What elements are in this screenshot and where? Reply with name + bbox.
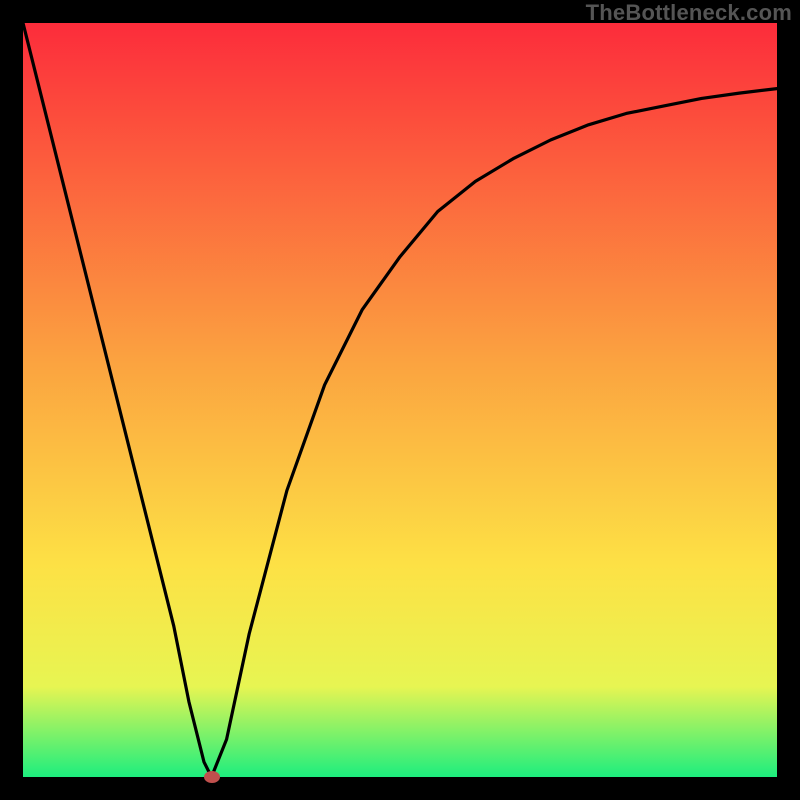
plot-area <box>23 23 777 777</box>
gradient-background <box>23 23 777 777</box>
marker-dot <box>204 771 220 783</box>
chart-frame: TheBottleneck.com <box>0 0 800 800</box>
chart-svg <box>23 23 777 777</box>
